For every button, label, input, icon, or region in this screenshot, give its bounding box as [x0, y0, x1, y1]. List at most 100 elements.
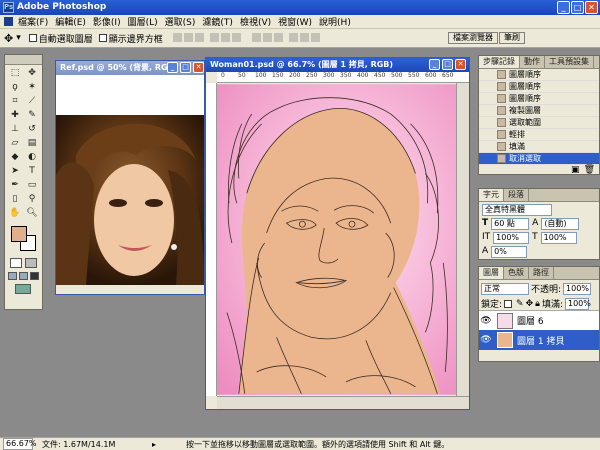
align-middle-icon[interactable] [183, 33, 193, 42]
full-screen-icon[interactable] [30, 272, 39, 280]
tab-channels[interactable]: 色版 [504, 267, 529, 279]
fill-field[interactable]: 100% [564, 297, 591, 310]
align-left-icon[interactable] [209, 33, 219, 42]
eraser-tool-icon[interactable]: ▱ [7, 137, 23, 150]
zoom-field[interactable]: 66.67% [3, 438, 37, 450]
menu-help[interactable]: 說明(H) [319, 15, 351, 28]
tab-file-browser[interactable]: 檔案瀏覽器 [448, 32, 498, 44]
slice-tool-icon[interactable]: ⟋ [24, 95, 40, 108]
type-tool-icon[interactable]: T [24, 165, 40, 178]
maximize-button[interactable]: □ [571, 1, 584, 14]
history-item[interactable]: 複製圖層 [479, 105, 599, 117]
zoom-tool-icon[interactable]: 🔍︎ [24, 207, 40, 220]
standard-mode-icon[interactable] [10, 258, 22, 268]
trash-icon[interactable]: 🗑︎ [584, 165, 595, 175]
align-top-icon[interactable] [172, 33, 182, 42]
tab-character[interactable]: 字元 [479, 189, 504, 201]
menu-filter[interactable]: 濾鏡(T) [202, 15, 233, 28]
main-close-button[interactable]: ✕ [455, 59, 466, 70]
ref-maximize-button[interactable]: □ [180, 62, 191, 73]
minimize-button[interactable]: _ [557, 1, 570, 14]
history-item[interactable]: 填滿 [479, 141, 599, 153]
new-snapshot-icon[interactable]: ▣ [571, 165, 580, 175]
ref-window-titlebar[interactable]: Ref.psd @ 50% (背景, RGB) _ □ ✕ [56, 61, 204, 75]
history-item-selected[interactable]: 取消選取 [479, 153, 599, 165]
pen-tool-icon[interactable]: ✒ [7, 179, 23, 192]
main-canvas[interactable] [216, 83, 457, 396]
blend-mode-select[interactable]: 正常 [481, 282, 529, 295]
font-family-select[interactable]: 全真特黑體 [482, 204, 552, 216]
auto-select-checkbox[interactable] [28, 34, 37, 42]
history-item[interactable]: 輕排 [479, 129, 599, 141]
app-menu-icon[interactable] [4, 17, 13, 26]
history-item[interactable]: 圖層順序 [479, 81, 599, 93]
history-item[interactable]: 圖層順序 [479, 69, 599, 81]
standard-screen-icon[interactable] [8, 272, 17, 280]
horizontal-scale-field[interactable]: 100% [540, 232, 577, 244]
shape-tool-icon[interactable]: ▭ [24, 179, 40, 192]
visibility-eye-icon[interactable]: 👁︎ [479, 335, 493, 345]
distribute-left-icon[interactable] [288, 33, 298, 42]
lock-move-icon[interactable]: ✥ [526, 299, 534, 309]
menu-view[interactable]: 檢視(V) [240, 15, 271, 28]
menu-select[interactable]: 選取(S) [165, 15, 196, 28]
gradient-tool-icon[interactable]: ▤ [24, 137, 40, 150]
align-right-icon[interactable] [231, 33, 241, 42]
visibility-eye-icon[interactable]: 👁︎ [479, 316, 493, 326]
lasso-tool-icon[interactable]: ϙ [7, 81, 23, 94]
menu-edit[interactable]: 編輯(E) [55, 15, 86, 28]
quick-mask-icon[interactable] [25, 258, 37, 268]
vertical-scrollbar[interactable] [456, 83, 469, 396]
eyedropper-tool-icon[interactable]: ⚲ [24, 193, 40, 206]
layer-row[interactable]: 👁︎ 圖層 6 [479, 310, 599, 330]
align-bottom-icon[interactable] [194, 33, 204, 42]
full-screen-menu-icon[interactable] [19, 272, 28, 280]
hand-tool-icon[interactable]: ✋ [7, 207, 23, 220]
jump-to-imageready-icon[interactable] [5, 282, 42, 296]
ref-minimize-button[interactable]: _ [167, 62, 178, 73]
history-item[interactable]: 圖層順序 [479, 93, 599, 105]
brush-tool-icon[interactable]: ✎ [24, 109, 40, 122]
menu-layer[interactable]: 圖層(L) [128, 15, 158, 28]
tab-layers[interactable]: 圖層 [479, 267, 504, 279]
healing-brush-icon[interactable]: ✚ [7, 109, 23, 122]
font-size-field[interactable]: 60 點 [491, 218, 530, 230]
lock-all-icon[interactable]: 🔒︎ [535, 299, 540, 309]
tool-preset-dropdown-icon[interactable]: ▾ [16, 33, 21, 43]
distribute-middle-icon[interactable] [262, 33, 272, 42]
tab-history[interactable]: 步驟記錄 [479, 56, 520, 68]
dodge-tool-icon[interactable]: ◐ [24, 151, 40, 164]
menu-file[interactable]: 檔案(F) [18, 15, 48, 28]
show-bounds-checkbox[interactable] [98, 34, 107, 42]
tab-brushes[interactable]: 筆刷 [499, 32, 525, 44]
move-tool-icon[interactable]: ✥ [24, 67, 40, 80]
history-brush-icon[interactable]: ↺ [24, 123, 40, 136]
vertical-scale-field[interactable]: 100% [493, 232, 530, 244]
layer-row-selected[interactable]: 👁︎ 圖層 1 拷貝 [479, 330, 599, 350]
move-tool-icon[interactable]: ✥ [4, 32, 13, 45]
clone-stamp-icon[interactable]: ⊥ [7, 123, 23, 136]
ref-close-button[interactable]: ✕ [193, 62, 204, 73]
menu-window[interactable]: 視窗(W) [278, 15, 312, 28]
leading-field[interactable]: (自動) [541, 218, 580, 230]
opacity-field[interactable]: 100% [563, 282, 592, 295]
baseline-shift-field[interactable]: 0% [491, 246, 528, 258]
tab-actions[interactable]: 動作 [520, 56, 545, 68]
marquee-tool-icon[interactable]: ⬚ [7, 67, 23, 80]
tab-paths[interactable]: 路徑 [529, 267, 554, 279]
distribute-top-icon[interactable] [251, 33, 261, 42]
horizontal-scrollbar[interactable] [217, 396, 469, 409]
status-arrow-icon[interactable]: ▸ [152, 440, 156, 449]
tab-tool-presets[interactable]: 工具預設集 [545, 56, 594, 68]
distribute-bottom-icon[interactable] [273, 33, 283, 42]
lock-transparency-icon[interactable] [504, 299, 513, 308]
menu-image[interactable]: 影像(I) [93, 15, 121, 28]
crop-tool-icon[interactable]: ⌗ [7, 95, 23, 108]
foreground-color-swatch[interactable] [11, 226, 27, 242]
notes-tool-icon[interactable]: ▯ [7, 193, 23, 206]
main-minimize-button[interactable]: _ [429, 59, 440, 70]
close-button[interactable]: ✕ [585, 1, 598, 14]
align-center-icon[interactable] [220, 33, 230, 42]
history-item[interactable]: 選取範圍 [479, 117, 599, 129]
lock-paint-icon[interactable]: ✎ [516, 299, 524, 309]
